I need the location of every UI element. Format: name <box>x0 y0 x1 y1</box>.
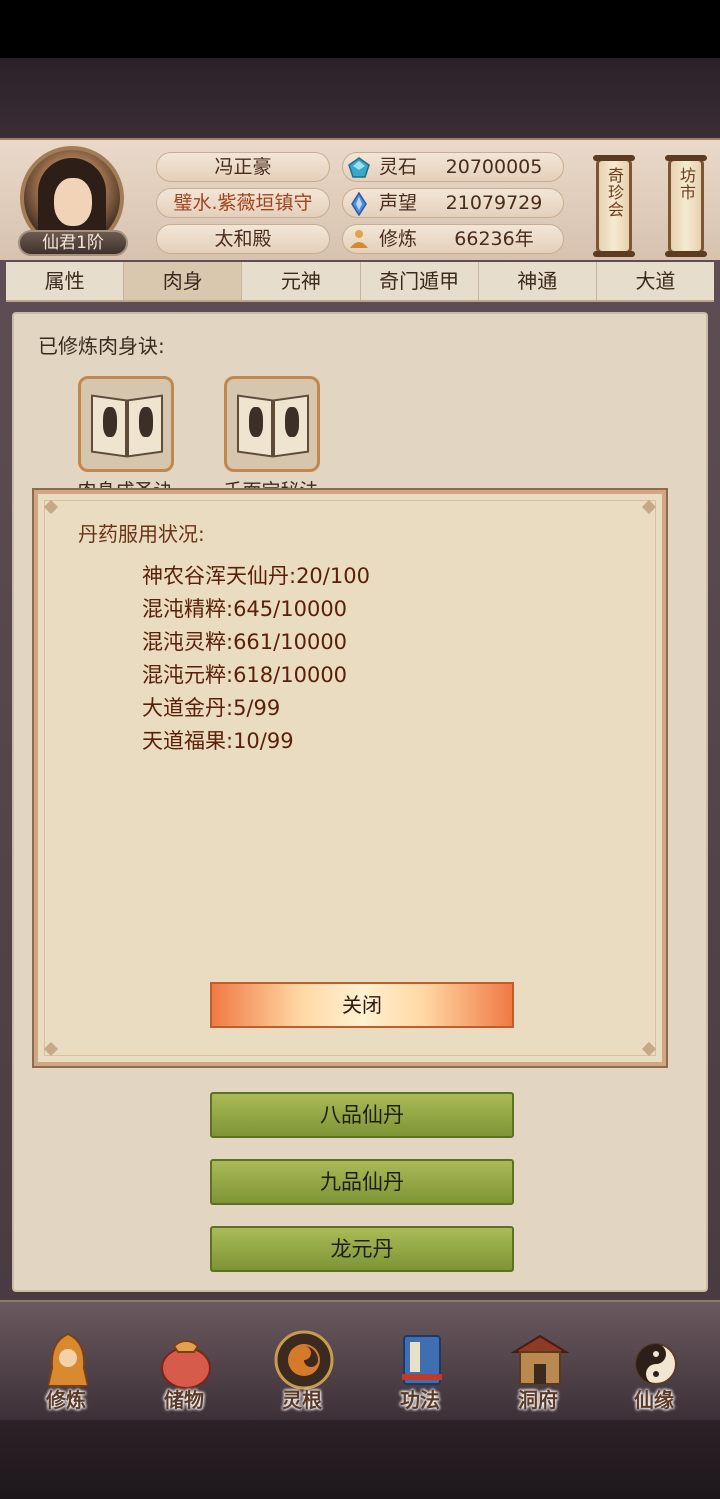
dialog-title: 丹药服用状况: <box>78 522 205 546</box>
status-bar <box>0 0 720 58</box>
pill-status-row: 混沌元粹:618/10000 <box>142 663 348 687</box>
pill-status-row: 神农谷浑天仙丹:20/100 <box>142 564 370 588</box>
pill-status-row: 混沌精粹:645/10000 <box>142 597 348 621</box>
corner-ornament <box>43 1041 59 1057</box>
pill-status-dialog: 丹药服用状况: 神农谷浑天仙丹:20/100 混沌精粹:645/10000 混沌… <box>34 490 666 1066</box>
pill-status-row: 大道金丹:5/99 <box>142 696 281 720</box>
corner-ornament <box>641 499 657 515</box>
close-button[interactable]: 关闭 <box>210 982 514 1028</box>
corner-ornament <box>43 499 59 515</box>
corner-ornament <box>641 1041 657 1057</box>
pill-status-list: 神农谷浑天仙丹:20/100 混沌精粹:645/10000 混沌灵粹:661/1… <box>142 560 370 758</box>
pill-status-row: 混沌灵粹:661/10000 <box>142 630 348 654</box>
pill-status-row: 天道福果:10/99 <box>142 729 294 753</box>
bottom-backdrop <box>0 1420 720 1499</box>
